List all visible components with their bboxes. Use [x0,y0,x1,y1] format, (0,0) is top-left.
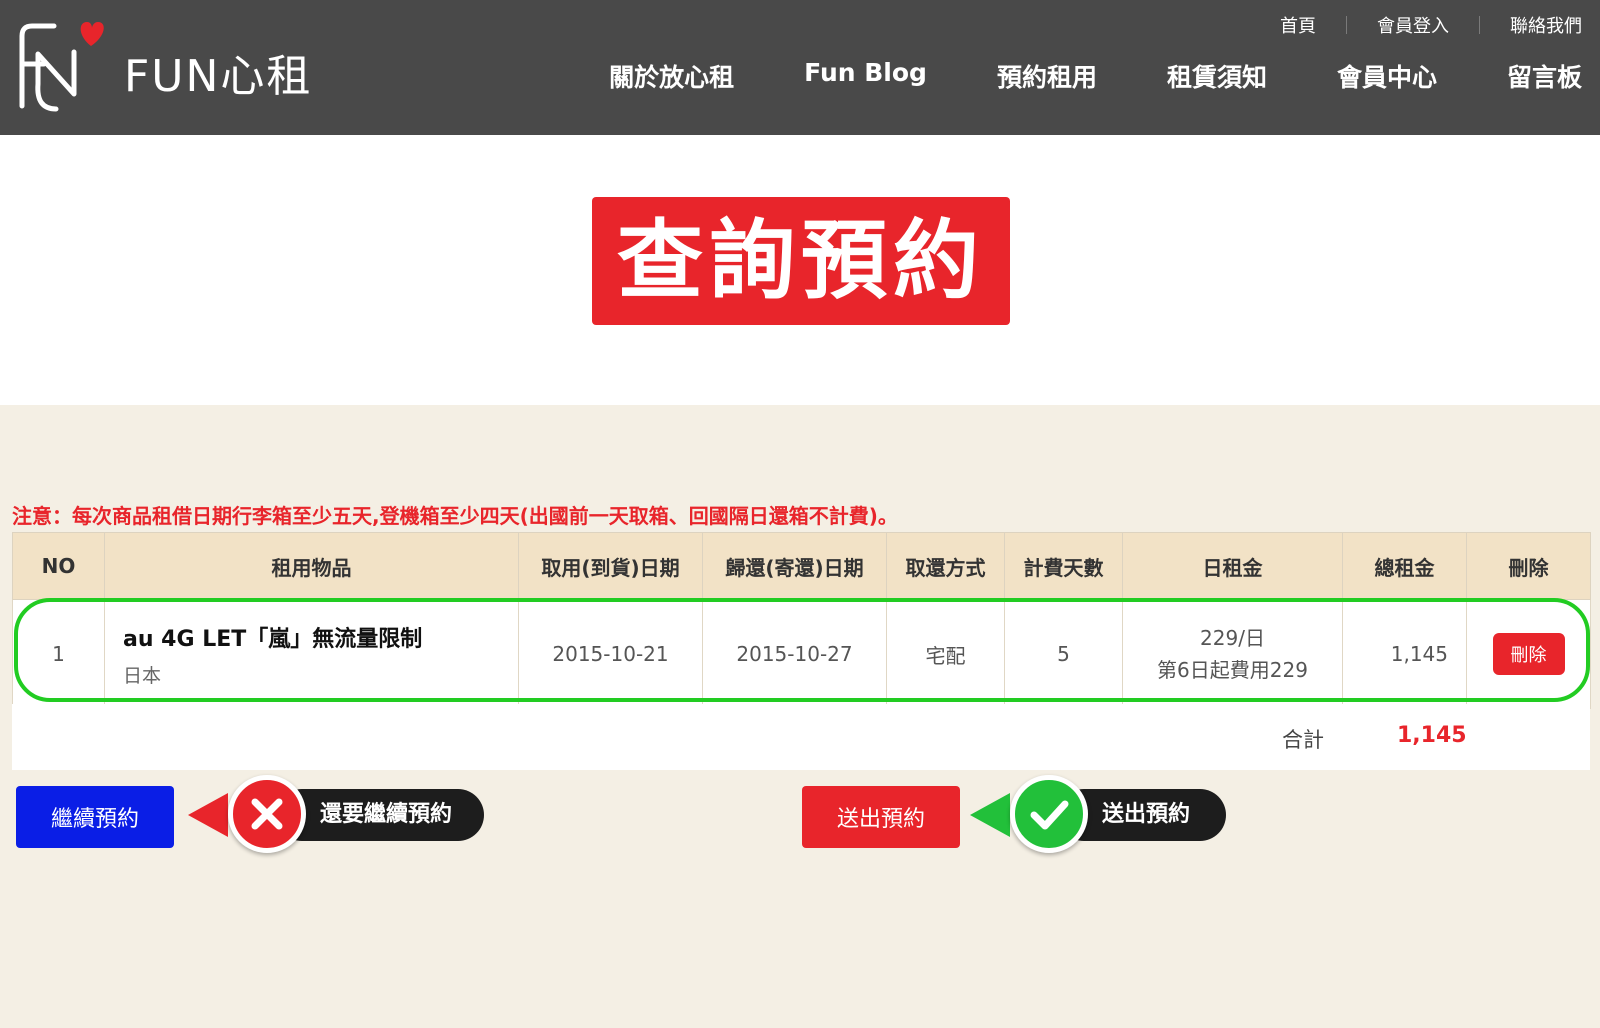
continue-callout: 還要繼續預約 [188,775,484,857]
col-header-pickup-date: 取用(到貨)日期 [518,532,703,600]
item-region: 日本 [123,664,162,687]
nav-reserve[interactable]: 預約租用 [997,58,1097,94]
cell-days: 5 [1004,599,1123,709]
col-header-delete: 刪除 [1466,532,1591,600]
submit-reservation-button[interactable]: 送出預約 [802,786,960,848]
heart-icon [80,22,104,46]
top-link-home[interactable]: 首頁 [1280,12,1316,38]
nav-blog[interactable]: Fun Blog [804,58,927,94]
cell-pickup-date: 2015-10-21 [518,599,703,709]
col-header-daily-rate: 日租金 [1122,532,1343,600]
callout-arrow [970,793,1010,837]
site-header: FUN心租 首頁 會員登入 聯絡我們 關於放心租 Fun Blog 預約租用 租… [0,0,1600,135]
check-mark-icon [1010,775,1088,853]
top-links: 首頁 會員登入 聯絡我們 [1280,10,1582,40]
cell-daily-rate: 229/日 第6日起費用229 [1122,599,1343,709]
top-link-login[interactable]: 會員登入 [1377,12,1449,38]
cell-delete: 刪除 [1466,599,1591,709]
col-header-method: 取還方式 [886,532,1005,600]
sum-row: 合計 1,145 [12,704,1590,770]
divider [1479,16,1480,34]
rental-notice: 注意：每次商品租借日期行李箱至少五天,登機箱至少四天(出國前一天取箱、回國隔日還… [12,504,898,528]
submit-callout: 送出預約 [970,775,1226,857]
delete-button[interactable]: 刪除 [1492,633,1565,675]
nav-member-center[interactable]: 會員中心 [1337,58,1437,94]
nav-rental-notes[interactable]: 租賃須知 [1167,58,1267,94]
title-band: 查詢預約 [0,135,1600,405]
cell-item: au 4G LET「嵐」無流量限制 日本 [104,599,519,709]
logo-text: FUN心租 [124,51,313,102]
table-row: 1 au 4G LET「嵐」無流量限制 日本 2015-10-21 2015-1… [12,599,1591,709]
table-header-row: NO 租用物品 取用(到貨)日期 歸還(寄還)日期 取還方式 計費天數 日租金 … [12,532,1591,600]
col-header-return-date: 歸還(寄還)日期 [702,532,887,600]
rate-after-day6: 第6日起費用229 [1157,658,1308,682]
x-mark-icon [228,775,306,853]
col-header-item: 租用物品 [104,532,519,600]
main-nav: 關於放心租 Fun Blog 預約租用 租賃須知 會員中心 留言板 [609,58,1582,94]
top-link-contact[interactable]: 聯絡我們 [1510,12,1582,38]
logo-mark-icon [19,22,104,112]
nav-about[interactable]: 關於放心租 [609,58,734,94]
nav-message-board[interactable]: 留言板 [1507,58,1582,94]
sum-label: 合計 [1282,728,1324,752]
col-header-no: NO [12,532,105,600]
reservation-table: NO 租用物品 取用(到貨)日期 歸還(寄還)日期 取還方式 計費天數 日租金 … [12,532,1591,709]
callout-arrow [188,793,228,837]
col-header-total: 總租金 [1342,532,1467,600]
rate-per-day: 229/日 [1200,626,1265,650]
page-title: 查詢預約 [592,197,1010,325]
divider [1346,16,1347,34]
sum-value: 1,145 [1397,723,1467,748]
continue-reservation-button[interactable]: 繼續預約 [16,786,174,848]
site-logo[interactable]: FUN心租 [14,14,334,119]
col-header-days: 計費天數 [1004,532,1123,600]
cell-total: 1,145 [1342,599,1467,709]
cell-method: 宅配 [886,599,1005,709]
item-name: au 4G LET「嵐」無流量限制 [123,626,423,652]
cell-no: 1 [12,599,105,709]
continue-callout-pill: 還要繼續預約 [276,789,484,841]
cell-return-date: 2015-10-27 [702,599,887,709]
